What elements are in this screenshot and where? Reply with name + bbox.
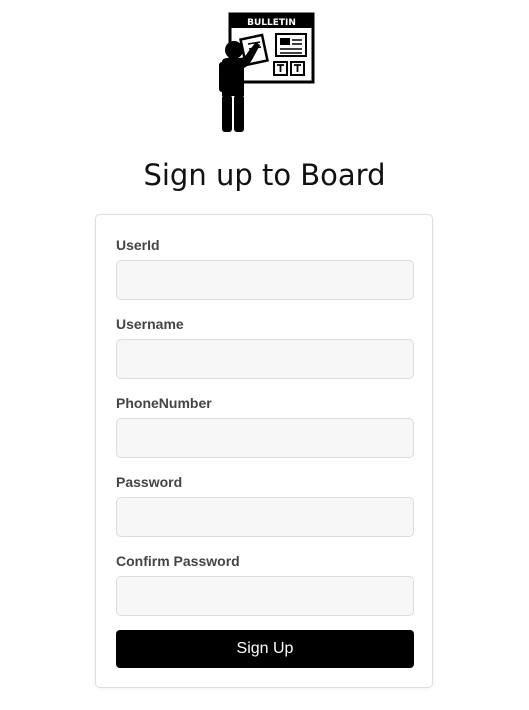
- signup-page: BULLETIN Sign up to Board UserId Usernam…: [0, 0, 529, 710]
- page-title: Sign up to Board: [143, 158, 386, 192]
- username-input[interactable]: [116, 339, 414, 379]
- confirm-password-input[interactable]: [116, 576, 414, 616]
- userid-label: UserId: [116, 237, 160, 253]
- phone-number-input[interactable]: [116, 418, 414, 458]
- bulletin-board-person-icon: BULLETIN: [219, 12, 315, 132]
- sign-up-button[interactable]: Sign Up: [116, 630, 414, 668]
- userid-input[interactable]: [116, 260, 414, 300]
- phone-number-label: PhoneNumber: [116, 395, 212, 411]
- password-input[interactable]: [116, 497, 414, 537]
- password-label: Password: [116, 474, 183, 490]
- logo-text: BULLETIN: [247, 18, 296, 28]
- confirm-password-label: Confirm Password: [116, 553, 240, 569]
- username-label: Username: [116, 316, 184, 332]
- signup-form: UserId Username PhoneNumber Password Con…: [95, 214, 433, 688]
